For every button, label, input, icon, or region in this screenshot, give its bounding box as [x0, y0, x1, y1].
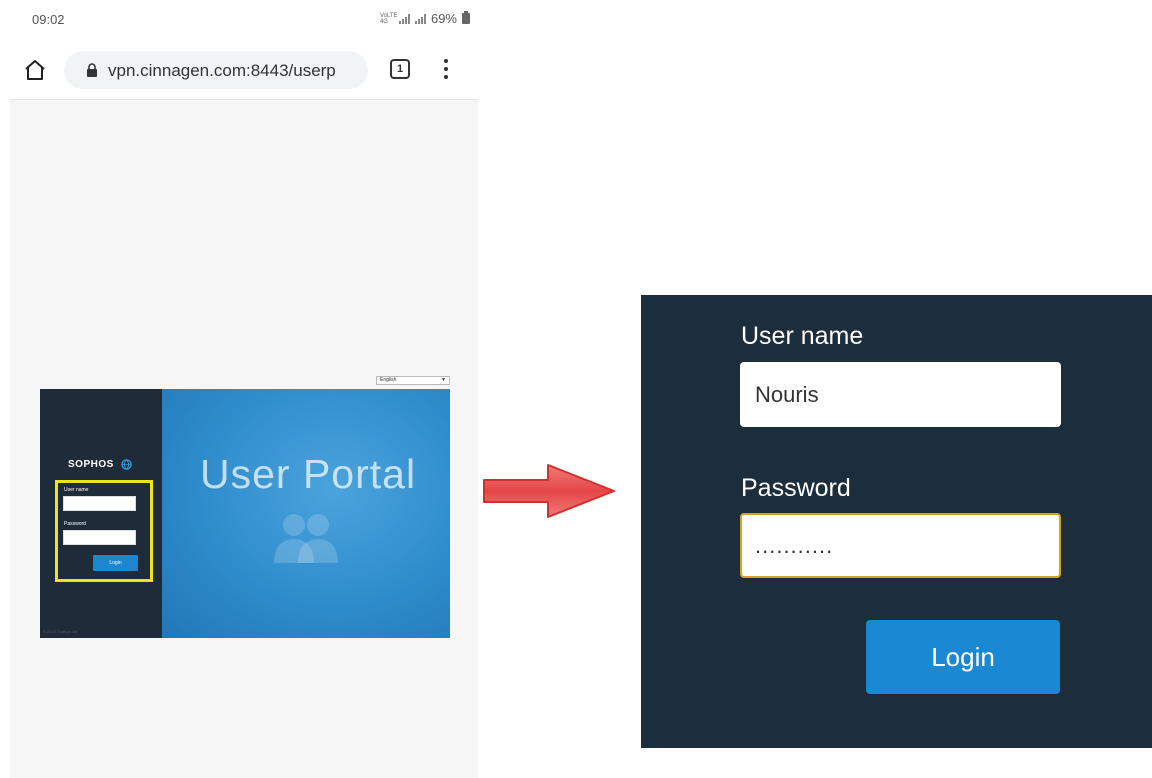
language-select[interactable]: English ▼ — [376, 376, 450, 385]
arrow-icon — [483, 464, 615, 518]
lock-icon — [87, 63, 97, 77]
login-button[interactable]: Login — [866, 620, 1060, 694]
signal-icon-2 — [414, 13, 426, 24]
mini-username-label: User name — [64, 487, 89, 493]
username-field[interactable]: Nouris — [740, 362, 1061, 427]
status-time: 09:02 — [32, 12, 65, 27]
phone-screenshot: 09:02 VoLTE 4G 69% vpn.cinnagen.com:8443… — [10, 0, 478, 778]
signal-icon — [398, 13, 410, 24]
copyright-text: © 2020 Sophos Ltd. — [43, 629, 79, 634]
status-indicators: VoLTE 4G 69% — [380, 11, 470, 26]
portal-title: User Portal — [200, 451, 417, 497]
mini-login-button[interactable]: Login — [93, 555, 138, 571]
username-label: User name — [741, 322, 864, 350]
browser-toolbar: vpn.cinnagen.com:8443/userp 1 — [10, 40, 478, 100]
chevron-down-icon: ▼ — [441, 377, 446, 383]
user-portal-thumbnail: SOPHOS User name Password Login © 2020 S… — [40, 389, 450, 638]
portal-hero: User Portal — [162, 389, 450, 638]
battery-percent: 69% — [430, 11, 457, 26]
password-field[interactable]: ........... — [740, 513, 1061, 578]
network-indicator: VoLTE 4G — [379, 12, 398, 25]
language-value: English — [380, 377, 397, 383]
mini-password-field[interactable] — [63, 530, 136, 545]
address-bar[interactable]: vpn.cinnagen.com:8443/userp — [64, 51, 368, 89]
portal-sidebar: SOPHOS User name Password Login © 2020 S… — [40, 389, 162, 638]
url-text: vpn.cinnagen.com:8443/userp — [108, 61, 336, 80]
mini-username-field[interactable] — [63, 496, 136, 511]
tabs-icon[interactable]: 1 — [390, 59, 410, 79]
mini-password-label: Password — [64, 521, 86, 527]
sophos-logo: SOPHOS — [68, 459, 114, 470]
menu-icon[interactable] — [438, 56, 454, 82]
status-bar: 09:02 VoLTE 4G 69% — [10, 0, 478, 40]
globe-icon — [121, 459, 132, 470]
users-icon — [274, 514, 338, 563]
password-label: Password — [741, 474, 851, 502]
home-icon[interactable] — [23, 58, 47, 82]
battery-icon — [462, 11, 470, 24]
zoomed-login-panel: User name Nouris Password ........... Lo… — [641, 295, 1152, 748]
